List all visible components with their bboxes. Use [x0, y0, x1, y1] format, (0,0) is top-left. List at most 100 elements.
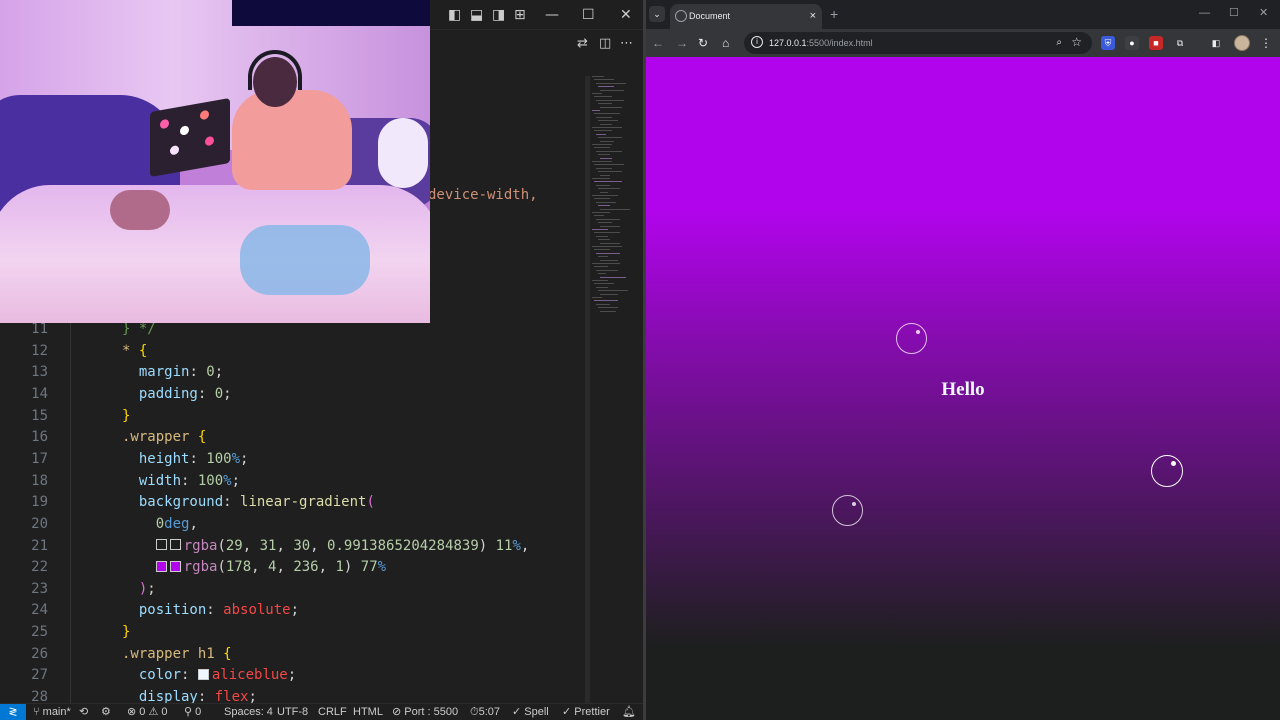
layout-sidebar-icon[interactable]: ◧ [448, 7, 461, 23]
reload-icon[interactable]: ↻ [698, 36, 708, 50]
minimize-icon[interactable]: — [1199, 6, 1210, 20]
extension-red-icon[interactable]: ■ [1149, 36, 1163, 50]
minimap-line [592, 246, 622, 247]
site-info-icon[interactable]: i [751, 36, 763, 48]
language-status[interactable]: HTML [353, 704, 383, 720]
minimap-line [600, 259, 618, 261]
side-panel-icon[interactable]: ◧ [1209, 36, 1223, 50]
branch-icon: ⑂ [33, 706, 43, 718]
prettier-status[interactable]: ✓ Prettier [562, 704, 610, 720]
browser-menu-icon[interactable]: ⋮ [1260, 36, 1272, 50]
wall-poster [232, 0, 430, 26]
tab-document[interactable]: Document × [670, 4, 822, 29]
remote-indicator-icon[interactable]: ≷ [0, 704, 26, 720]
encoding-status[interactable]: UTF-8 [277, 704, 308, 720]
new-tab-button[interactable]: + [830, 6, 838, 22]
minimize-icon[interactable]: — [545, 7, 559, 23]
tab-close-button[interactable]: × [810, 9, 816, 23]
source-control-icon[interactable]: ⚙ [101, 704, 111, 720]
code-line: 16 .wrapper { [0, 427, 585, 449]
notifications-bell-icon[interactable]: 🔔︎ [622, 704, 636, 720]
warning-count: 0 [161, 706, 168, 718]
minimap-line [596, 116, 612, 118]
minimap-line [598, 120, 618, 122]
sync-icon[interactable]: ⟲ [79, 704, 88, 720]
bubble [832, 495, 863, 526]
line-number: 19 [31, 494, 48, 511]
bookmark-star-icon[interactable]: ☆ [1071, 35, 1082, 49]
extensions-puzzle-icon[interactable]: ⧉ [1173, 36, 1187, 50]
timer-status[interactable]: ⏱5:07 [470, 704, 500, 720]
branch-status[interactable]: ⑂ main* [33, 704, 71, 720]
tab-title: Document [689, 11, 731, 21]
browser-tab-strip: ⌄ Document × + — ☐ ✕ [646, 0, 1280, 29]
minimap-line [596, 269, 618, 271]
minimap[interactable] [590, 76, 630, 336]
ports-status[interactable]: ⚲ 0 [184, 704, 201, 720]
minimap-line [592, 212, 610, 213]
layout-panel-icon[interactable]: ⬓ [470, 7, 483, 23]
forward-icon[interactable]: → [676, 36, 688, 50]
code-line: 20 0deg, [0, 514, 585, 536]
minimap-line [594, 181, 622, 183]
code-text: color: aliceblue; [138, 667, 297, 684]
layout-sidebar-right-icon[interactable]: ◨ [492, 7, 505, 23]
minimap-line [592, 263, 620, 264]
maximize-icon[interactable]: ☐ [1229, 6, 1239, 20]
line-number: 12 [31, 342, 48, 359]
code-line: 12 * { [0, 341, 585, 363]
tab-search-icon[interactable]: ⌄ [649, 6, 665, 22]
minimap-line [600, 89, 624, 91]
address-bar[interactable]: i 127.0.0.1:5500/index.html ⌕ ☆ [744, 32, 1092, 54]
minimap-line [592, 297, 602, 298]
minimap-line [596, 133, 606, 135]
minimap-line [594, 198, 610, 200]
split-editor-icon[interactable]: ◫ [599, 36, 611, 51]
zoom-icon[interactable]: ⌕ [1056, 36, 1062, 50]
back-icon[interactable]: ← [652, 36, 664, 50]
home-icon[interactable]: ⌂ [722, 36, 729, 50]
minimap-line [600, 140, 614, 142]
port-label: Port : 5500 [404, 706, 459, 718]
minimap-line [592, 195, 618, 196]
minimap-line [594, 130, 612, 132]
minimap-line [600, 293, 618, 295]
minimap-line [596, 82, 626, 84]
close-icon[interactable]: ✕ [1259, 6, 1268, 20]
avatar[interactable] [1234, 35, 1250, 51]
maximize-icon[interactable]: ☐ [582, 7, 595, 23]
laptop-sticker [170, 144, 179, 156]
minimap-line [594, 113, 620, 115]
eol-status[interactable]: CRLF [318, 704, 347, 720]
minimap-line [592, 144, 612, 145]
extension-circle-icon[interactable]: ● [1125, 36, 1139, 50]
close-icon[interactable]: ✕ [620, 7, 632, 23]
spell-status[interactable]: ✓ Spell [512, 704, 549, 720]
url-path: :5500/index.html [806, 38, 873, 48]
line-number: 21 [31, 537, 48, 554]
live-server-status[interactable]: ⊘ Port : 5500 [392, 704, 458, 720]
minimap-line [596, 99, 624, 101]
code-text: width: 100%; [138, 472, 241, 489]
line-number: 16 [31, 429, 48, 446]
indentation-status[interactable]: Spaces: 4 [224, 704, 273, 720]
minimap-line [600, 191, 608, 193]
more-actions-icon[interactable]: ⋯ [620, 36, 633, 51]
minimap-line [600, 276, 626, 278]
extension-shield-icon[interactable]: ⛨ [1101, 36, 1115, 50]
customize-layout-icon[interactable]: ⊞ [514, 7, 526, 23]
problems-status[interactable]: ⊗ 0 ⚠ 0 [127, 704, 168, 720]
code-text: 0deg, [155, 515, 198, 532]
compare-changes-icon[interactable]: ⇄ [577, 36, 588, 51]
code-line: 27 color: aliceblue; [0, 665, 585, 687]
code-line: 13 margin: 0; [0, 362, 585, 384]
browser-window: ⌄ Document × + — ☐ ✕ ← → ↻ ⌂ i 127.0.0.1… [646, 0, 1280, 720]
line-number: 18 [31, 472, 48, 489]
code-text: margin: 0; [138, 364, 224, 381]
error-count: 0 [139, 706, 146, 718]
line-number: 14 [31, 385, 48, 402]
check-icon: ✓ [512, 706, 525, 718]
code-line: 22 rgba(178, 4, 236, 1) 77% [0, 557, 585, 579]
laptop-sticker [205, 135, 214, 147]
minimap-line [592, 229, 608, 230]
